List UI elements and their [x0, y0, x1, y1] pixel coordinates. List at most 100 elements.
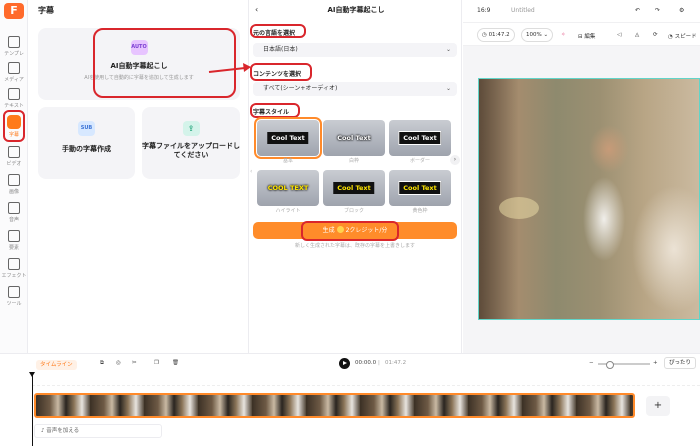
rail-item-video[interactable]: ビデオ [0, 142, 28, 170]
timeline-zoom-slider[interactable] [598, 361, 650, 369]
edit-label: 編集 [584, 34, 596, 40]
style-sample: Cool Text [337, 134, 371, 142]
rotate-icon[interactable]: ⟳ [653, 32, 658, 38]
trash-icon[interactable]: 🗑 [172, 360, 179, 366]
total-time: 01:47.2 [385, 360, 407, 366]
media-icon [8, 62, 20, 74]
style-tile-5[interactable]: Cool Text [389, 170, 451, 206]
undo-icon[interactable]: ↶ [635, 7, 640, 14]
rail-item-element[interactable]: 要素 [0, 226, 28, 254]
scroll-left-icon[interactable]: ‹ [250, 168, 252, 175]
style-tile-4[interactable]: Cool Text [323, 170, 385, 206]
duration-pill[interactable]: ◷ 01:47.2 [477, 28, 515, 42]
rail-label: 音声 [8, 217, 19, 223]
rail-label: テンプレ [4, 51, 24, 57]
add-audio-label: 音声を加える [46, 428, 80, 434]
style-tile-2[interactable]: Cool Text [389, 120, 451, 156]
element-icon [8, 230, 20, 242]
project-name[interactable]: Untitled [511, 7, 535, 14]
overwrite-note: 新しく生成された字幕は、既存の字幕を上書きします [294, 243, 415, 249]
back-chevron-icon[interactable]: ‹ [255, 5, 258, 14]
left-rail: F テンプレ メディア テキスト 字幕 ビデオ 画像 音声 要素 エフェクト ツ… [0, 0, 28, 353]
rail-item-media[interactable]: メディア [0, 58, 28, 86]
style-name: 基本 [282, 158, 293, 164]
zoom-select[interactable]: 100% ⌄ [521, 28, 554, 42]
upload-icon: ⇪ [182, 121, 200, 136]
timeline-toolbar: タイムライン ⧉ ◎ ✂ ❐ 🗑 00:00.0 | 01:47.2 − + ぴ… [0, 353, 700, 372]
video-clip-track[interactable] [34, 393, 635, 418]
video-content [499, 197, 539, 219]
template-icon [8, 36, 20, 48]
ai-config-panel: AI自動字幕起こし ‹ 元の言語を選択 日本語(日本) ⌄ コンテンツを選択 すべ… [248, 0, 462, 353]
rail-label: 要素 [8, 245, 19, 251]
timeline-ruler[interactable] [32, 372, 700, 386]
highlight-style-label [250, 103, 300, 118]
effect-icon [8, 258, 20, 270]
rail-label: メディア [4, 77, 24, 83]
annotation-arrow [208, 63, 251, 73]
redo-icon[interactable]: ↷ [655, 7, 660, 14]
rail-label: テキスト [4, 103, 24, 109]
highlight-content-label [250, 63, 312, 81]
zoom-in-icon[interactable]: + [653, 360, 658, 366]
speed-label: スピード [674, 34, 697, 40]
playhead[interactable] [29, 372, 35, 446]
preview-toolbar: ◷ 01:47.2 100% ⌄ ✧ ⊟ 編集 ◁ ◬ ⟳ ◔ スピード [463, 22, 700, 46]
settings-icon[interactable]: ⚙ [679, 7, 684, 14]
rail-item-image[interactable]: 画像 [0, 170, 28, 198]
aspect-ratio-select[interactable]: 16:9 [477, 7, 490, 14]
style-sample: Cool Text [398, 131, 442, 145]
video-frame[interactable] [478, 78, 700, 320]
duplicate-icon[interactable]: ❐ [154, 360, 159, 366]
style-name: 黄色枠 [412, 208, 428, 214]
highlight-rail-subtitle [3, 110, 25, 142]
rail-item-template[interactable]: テンプレ [0, 32, 28, 60]
tool-icon [8, 286, 20, 298]
current-time: 00:00.0 [355, 360, 377, 366]
time-separator: | [378, 360, 380, 366]
panel-title: 字幕 [38, 6, 54, 15]
add-track-button[interactable]: + [646, 396, 670, 416]
style-name: 白枠 [348, 158, 359, 164]
speed-tool[interactable]: ◔ スピード [668, 32, 697, 40]
upload-subtitle-card[interactable]: ⇪ 字幕ファイルをアップロードしてください [142, 107, 240, 179]
manual-subtitle-card[interactable]: SUB 手動の字幕作成 [38, 107, 135, 179]
content-select[interactable]: すべて(シーン+オーディオ) ⌄ [253, 82, 457, 96]
magic-icon[interactable]: ✧ [561, 32, 566, 38]
zoom-value: 100% [526, 32, 542, 38]
chevron-down-icon: ⌄ [445, 85, 451, 92]
text-icon [8, 88, 20, 100]
content-value: すべて(シーン+オーディオ) [263, 85, 338, 92]
audio-icon [8, 202, 20, 214]
rail-item-effect[interactable]: エフェクト [0, 254, 28, 282]
rail-item-text[interactable]: テキスト [0, 84, 28, 112]
app-root: F テンプレ メディア テキスト 字幕 ビデオ 画像 音声 要素 エフェクト ツ… [0, 0, 700, 446]
scissors-icon[interactable]: ✂ [132, 360, 137, 366]
style-sample: Cool Text [267, 132, 309, 144]
highlight-generate-button [301, 221, 399, 241]
scroll-right-icon[interactable]: › [450, 155, 460, 165]
rail-item-tool[interactable]: ツール [0, 282, 28, 310]
rail-item-audio[interactable]: 音声 [0, 198, 28, 226]
play-button[interactable] [339, 358, 350, 369]
rail-label: ビデオ [6, 161, 22, 167]
style-tile-3[interactable]: COOL TEXT [257, 170, 319, 206]
split-icon[interactable]: ⧉ [100, 360, 104, 367]
duration-value: 01:47.2 [488, 32, 510, 38]
app-logo: F [4, 3, 24, 19]
style-sample: Cool Text [398, 181, 442, 195]
upload-card-title: 字幕ファイルをアップロードしてください [142, 142, 240, 159]
record-icon[interactable]: ◎ [116, 360, 121, 366]
style-tile-0[interactable]: Cool Text [254, 117, 322, 159]
volume-icon[interactable]: ◁ [617, 32, 621, 38]
style-name: ボーダー [409, 158, 430, 164]
edit-tool[interactable]: ⊟ 編集 [578, 32, 595, 40]
add-audio-row[interactable]: ♪ 音声を加える [34, 424, 162, 438]
flip-icon[interactable]: ◬ [635, 32, 639, 38]
fit-button[interactable]: ぴったり [664, 357, 697, 369]
timeline-tab[interactable]: タイムライン [36, 360, 77, 370]
language-select[interactable]: 日本語(日本) ⌄ [253, 43, 457, 57]
subtitle-panel: 字幕 AUTO AI自動字幕起こし AIを使用して自動的に字幕を追加して生成しま… [28, 0, 248, 353]
zoom-out-icon[interactable]: − [589, 360, 594, 366]
style-tile-1[interactable]: Cool Text [323, 120, 385, 156]
